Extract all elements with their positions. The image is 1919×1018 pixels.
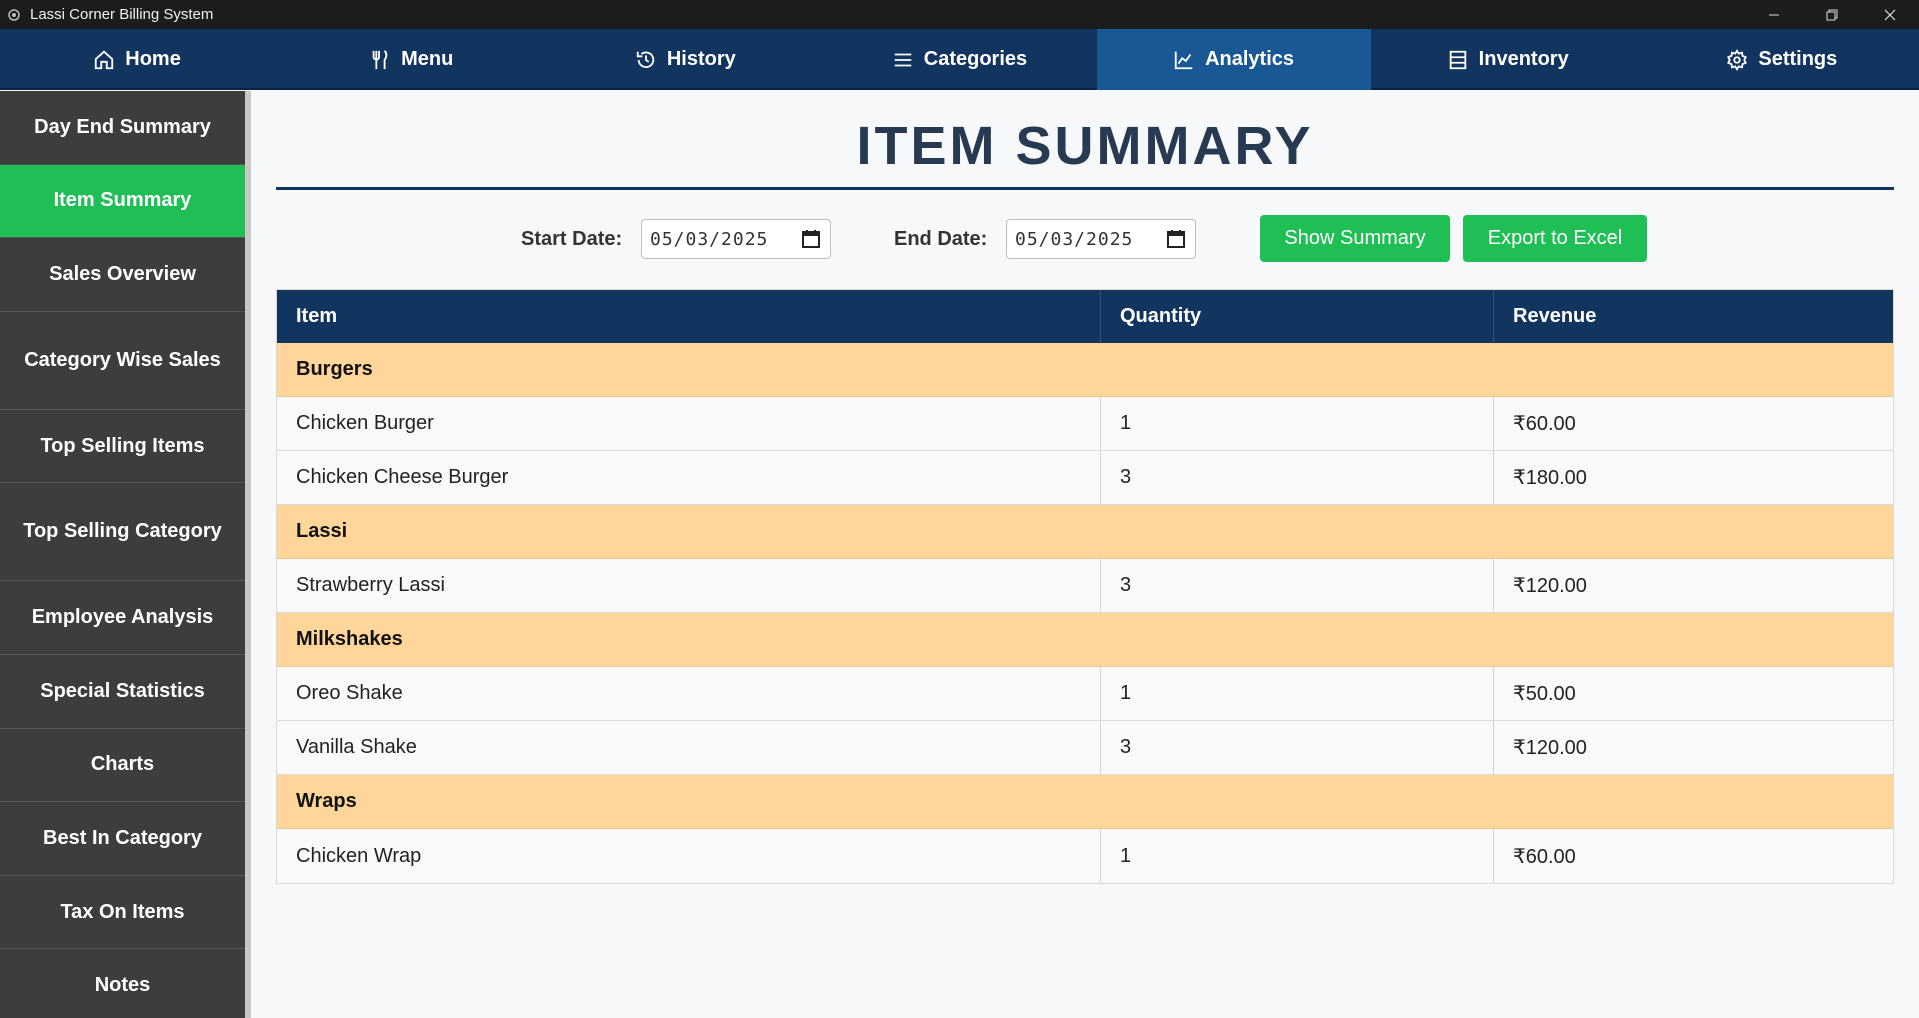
table-row: Strawberry Lassi 3 ₹120.00 xyxy=(277,559,1893,613)
revenue-cell: ₹60.00 xyxy=(1513,845,1576,868)
quantity-cell: 1 xyxy=(1101,397,1494,450)
category-row: Burgers xyxy=(277,343,1893,397)
sidebar-item-best-in-category[interactable]: Best In Category xyxy=(0,802,245,876)
page-title: ITEM SUMMARY xyxy=(856,116,1314,176)
revenue-cell: ₹50.00 xyxy=(1513,683,1576,705)
restore-icon[interactable] xyxy=(1803,0,1861,29)
home-icon xyxy=(95,50,114,69)
nav-home[interactable]: Home xyxy=(0,29,274,90)
category-label: Milkshakes xyxy=(296,628,403,650)
nav-menu[interactable]: Menu xyxy=(274,29,548,90)
sidebar-item-employee-analysis[interactable]: Employee Analysis xyxy=(0,581,245,655)
sidebar-item-top-selling-items[interactable]: Top Selling Items xyxy=(0,410,245,484)
quantity-cell: 3 xyxy=(1101,721,1494,774)
end-date-input[interactable]: 05/03/2025 xyxy=(1006,219,1196,259)
nav-categories-label: Categories xyxy=(923,48,1028,70)
revenue-cell: ₹60.00 xyxy=(1513,413,1576,435)
nav-home-label: Home xyxy=(125,48,181,70)
end-date-label: End Date: xyxy=(894,228,988,250)
table-header: Item Quantity Revenue xyxy=(277,290,1893,343)
window-titlebar: Lassi Corner Billing System xyxy=(0,0,1919,29)
quantity-cell: 3 xyxy=(1101,559,1494,612)
nav-history[interactable]: History xyxy=(548,29,822,90)
sidebar-item-special-statistics[interactable]: Special Statistics xyxy=(0,655,245,729)
sidebar-item-tax-on-items[interactable]: Tax On Items xyxy=(0,876,245,950)
sidebar-item-category-wise-sales[interactable]: Category Wise Sales xyxy=(0,312,245,410)
table-row: Chicken Burger 1 ₹60.00 xyxy=(277,397,1893,451)
inventory-icon xyxy=(1449,50,1466,69)
window-title: Lassi Corner Billing System xyxy=(30,6,214,23)
calendar-icon[interactable] xyxy=(1167,229,1185,249)
item-cell: Strawberry Lassi xyxy=(277,559,1101,612)
main-content: ITEM SUMMARY Start Date: 05/03/2025 End … xyxy=(251,91,1919,1018)
quantity-cell: 1 xyxy=(1101,667,1494,720)
sidebar-item-notes[interactable]: Notes xyxy=(0,949,245,1018)
nav-inventory[interactable]: Inventory xyxy=(1371,29,1645,90)
title-divider xyxy=(276,187,1894,190)
quantity-cell: 3 xyxy=(1101,451,1494,504)
category-row: Lassi xyxy=(277,505,1893,559)
category-label: Burgers xyxy=(296,358,373,380)
close-icon[interactable] xyxy=(1861,0,1919,29)
category-row: Milkshakes xyxy=(277,613,1893,667)
nav-menu-label: Menu xyxy=(401,48,454,70)
nav-history-label: History xyxy=(666,48,736,70)
line-chart-icon xyxy=(1174,51,1193,69)
start-date-input[interactable]: 05/03/2025 xyxy=(641,219,831,259)
end-date-value: 05/03/2025 xyxy=(1015,228,1134,250)
sidebar-item-day-end-summary[interactable]: Day End Summary xyxy=(0,91,245,165)
app-icon xyxy=(6,7,22,23)
show-summary-button[interactable]: Show Summary xyxy=(1260,215,1450,262)
item-cell: Chicken Wrap xyxy=(277,829,1101,883)
quantity-cell: 1 xyxy=(1101,829,1494,883)
nav-analytics-label: Analytics xyxy=(1205,48,1295,70)
table-row: Vanilla Shake 3 ₹120.00 xyxy=(277,721,1893,775)
nav-settings-label: Settings xyxy=(1758,48,1838,70)
nav-settings[interactable]: Settings xyxy=(1645,29,1919,90)
category-label: Wraps xyxy=(296,790,357,812)
sidebar-item-top-selling-category[interactable]: Top Selling Category xyxy=(0,483,245,582)
header-quantity: Quantity xyxy=(1101,290,1494,343)
table-row: Chicken Cheese Burger 3 ₹180.00 xyxy=(277,451,1893,505)
category-label: Lassi xyxy=(296,520,348,542)
table-row: Chicken Wrap 1 ₹60.00 xyxy=(277,829,1893,883)
sidebar-item-sales-overview[interactable]: Sales Overview xyxy=(0,238,245,312)
start-date-value: 05/03/2025 xyxy=(650,228,769,250)
list-icon xyxy=(894,53,911,66)
revenue-cell: ₹120.00 xyxy=(1513,737,1587,759)
history-icon xyxy=(636,51,655,68)
sidebar-item-item-summary[interactable]: Item Summary xyxy=(0,164,245,239)
top-navigation: Home Menu History Categories Analytics I… xyxy=(0,29,1919,90)
header-item: Item xyxy=(277,290,1101,343)
revenue-cell: ₹180.00 xyxy=(1513,467,1587,489)
item-cell: Chicken Cheese Burger xyxy=(277,451,1101,504)
utensils-icon xyxy=(372,49,388,69)
nav-analytics[interactable]: Analytics xyxy=(1096,29,1371,90)
table-row: Oreo Shake 1 ₹50.00 xyxy=(277,667,1893,721)
item-cell: Vanilla Shake xyxy=(277,721,1101,774)
category-row: Wraps xyxy=(277,775,1893,829)
export-excel-button[interactable]: Export to Excel xyxy=(1463,215,1647,262)
revenue-cell: ₹120.00 xyxy=(1513,575,1587,597)
calendar-icon[interactable] xyxy=(802,229,820,249)
sidebar-item-charts[interactable]: Charts xyxy=(0,729,245,803)
start-date-label: Start Date: xyxy=(521,228,623,250)
header-revenue: Revenue xyxy=(1513,305,1597,327)
sidebar: Day End Summary Item Summary Sales Overv… xyxy=(0,91,245,1018)
item-cell: Oreo Shake xyxy=(277,667,1101,720)
gear-icon xyxy=(1727,48,1748,71)
nav-inventory-label: Inventory xyxy=(1478,48,1569,70)
item-cell: Chicken Burger xyxy=(277,397,1101,450)
nav-categories[interactable]: Categories xyxy=(822,29,1096,90)
minimize-icon[interactable] xyxy=(1745,0,1803,29)
item-summary-table: Item Quantity Revenue Burgers Chicken Bu… xyxy=(276,289,1894,884)
